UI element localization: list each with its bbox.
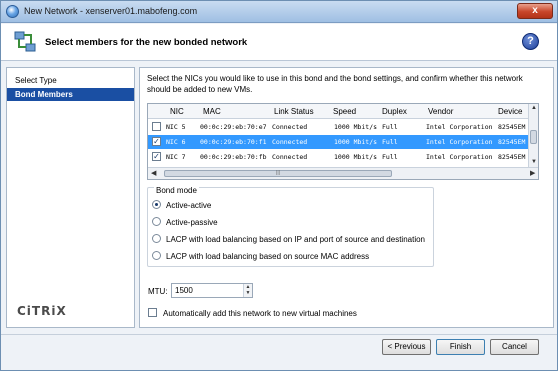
vendor-cell: Intel Corporation [426,123,493,131]
xencenter-app-icon [6,5,19,18]
bond-mode-option-lacp-mac[interactable]: LACP with load balancing based on source… [152,251,369,263]
vendor-cell: Intel Corporation [426,138,493,146]
network-bond-icon [14,31,36,52]
window-title: New Network - xenserver01.mabofeng.com [24,6,198,16]
radio-button[interactable] [152,251,161,260]
scroll-left-icon[interactable]: ◀ [151,169,156,177]
wizard-header: Select members for the new bonded networ… [1,24,557,61]
horizontal-scrollbar[interactable]: ◀ ||| ▶ [148,167,538,179]
link-status-cell: Connected [272,123,308,131]
link-status-cell: Connected [272,153,308,161]
column-header-nic[interactable]: NIC [170,107,184,116]
bond-mode-option-active-active[interactable]: Active-active [152,200,211,212]
column-header-duplex[interactable]: Duplex [382,107,407,116]
column-header-link-status[interactable]: Link Status [274,107,314,116]
spin-buttons[interactable]: ▲ ▼ [243,284,252,297]
scroll-right-icon[interactable]: ▶ [530,169,535,177]
table-row[interactable]: ✓ NIC 7 00:0c:29:eb:70:fb Connected 1000… [148,150,533,164]
radio-button[interactable] [152,200,161,209]
option-label: Active-active [166,201,212,210]
previous-button[interactable]: < Previous [382,339,431,355]
vertical-scroll-thumb[interactable] [530,130,537,144]
nic-checkbox[interactable]: ✓ [152,137,161,146]
nic-cell: NIC 5 [166,123,186,131]
duplex-cell: Full [382,153,398,161]
nic-checkbox[interactable]: ✓ [152,152,161,161]
sidebar-item-bond-members[interactable]: Bond Members [7,88,134,101]
vendor-cell: Intel Corporation [426,153,493,161]
mac-cell: 00:0c:29:eb:70:fb [200,153,267,161]
mtu-value[interactable]: 1500 [175,286,193,295]
horizontal-scroll-thumb[interactable]: ||| [164,170,392,177]
finish-button[interactable]: Finish [436,339,485,355]
scroll-down-icon[interactable]: ▼ [531,159,537,165]
scroll-up-icon[interactable]: ▲ [531,105,537,111]
speed-cell: 1000 Mbit/s [334,123,378,131]
nic-table: NIC MAC Link Status Speed Duplex Vendor … [147,103,539,180]
auto-add-checkbox-row[interactable]: Automatically add this network to new vi… [148,308,357,319]
radio-button[interactable] [152,217,161,226]
nic-checkbox[interactable] [152,122,161,131]
help-icon[interactable]: ? [522,33,539,50]
table-row[interactable]: ✓ NIC 6 00:0c:29:eb:70:f1 Connected 1000… [148,135,533,149]
mac-cell: 00:0c:29:eb:70:f1 [200,138,267,146]
bond-mode-option-lacp-ip-port[interactable]: LACP with load balancing based on IP and… [152,234,425,246]
citrix-logo: CiTRiX [17,304,67,318]
option-label: LACP with load balancing based on source… [166,252,370,261]
page-title: Select members for the new bonded networ… [45,37,248,48]
table-header: NIC MAC Link Status Speed Duplex Vendor … [148,104,529,119]
column-header-vendor[interactable]: Vendor [428,107,453,116]
mtu-label: MTU: [148,287,168,296]
speed-cell: 1000 Mbit/s [334,138,378,146]
footer-divider [1,334,557,335]
speed-cell: 1000 Mbit/s [334,153,378,161]
nic-cell: NIC 6 [166,138,186,146]
mtu-stepper[interactable]: 1500 ▲ ▼ [171,283,253,298]
radio-button[interactable] [152,234,161,243]
table-row[interactable]: NIC 5 00:0c:29:eb:70:e7 Connected 1000 M… [148,120,533,134]
wizard-steps-sidebar: Select Type Bond Members CiTRiX [6,67,135,328]
link-status-cell: Connected [272,138,308,146]
duplex-cell: Full [382,123,398,131]
sidebar-item-select-type[interactable]: Select Type [7,74,134,87]
title-bar[interactable]: New Network - xenserver01.mabofeng.com x [1,1,557,23]
bond-mode-option-active-passive[interactable]: Active-passive [152,217,218,229]
auto-add-label: Automatically add this network to new vi… [163,309,357,318]
option-label: Active-passive [166,218,218,227]
bond-mode-label: Bond mode [154,186,199,195]
instructions-text: Select the NICs you would like to use in… [147,74,523,94]
option-label: LACP with load balancing based on IP and… [166,235,425,244]
auto-add-checkbox[interactable] [148,308,157,317]
mac-cell: 00:0c:29:eb:70:e7 [200,123,267,131]
nic-cell: NIC 7 [166,153,186,161]
column-header-device[interactable]: Device [498,107,522,116]
wizard-window: New Network - xenserver01.mabofeng.com x… [0,0,558,371]
duplex-cell: Full [382,138,398,146]
cancel-button[interactable]: Cancel [490,339,539,355]
close-button[interactable]: x [517,3,553,19]
column-header-speed[interactable]: Speed [333,107,356,116]
column-header-mac[interactable]: MAC [203,107,221,116]
bond-mode-group: Bond mode Active-active Active-passive L… [147,186,434,267]
bond-members-panel: Select the NICs you would like to use in… [139,67,554,328]
vertical-scrollbar[interactable]: ▲ ▼ [528,104,538,168]
